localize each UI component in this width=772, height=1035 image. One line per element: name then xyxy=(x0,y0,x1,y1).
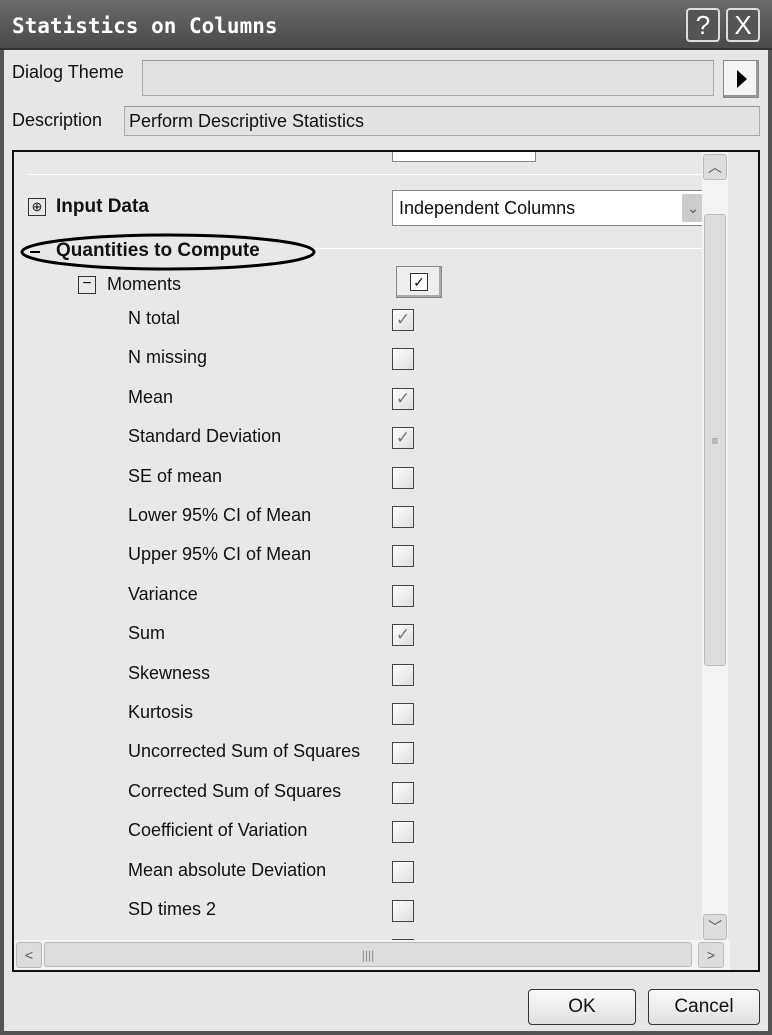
statistic-checkbox[interactable] xyxy=(392,584,414,607)
statistic-label: Coefficient of Variation xyxy=(128,820,308,841)
statistic-label: Mean xyxy=(128,386,174,407)
statistic-label: Corrected Sum of Squares xyxy=(128,780,342,801)
statistic-checkbox[interactable] xyxy=(392,663,414,686)
statistic-checkbox[interactable] xyxy=(392,742,414,765)
description-label: Description xyxy=(12,110,103,130)
statistic-label: Standard Deviation xyxy=(128,426,282,447)
statistic-label: Variance xyxy=(128,583,198,604)
statistic-checkbox[interactable] xyxy=(392,466,414,489)
theme-menu-button[interactable] xyxy=(723,60,759,98)
statistic-label: N missing xyxy=(128,347,208,368)
statistic-label: Kurtosis xyxy=(128,702,194,722)
statistic-label: N total xyxy=(128,308,181,328)
ok-button[interactable]: OK xyxy=(528,989,636,1025)
divider xyxy=(304,248,708,249)
statistic-label: Sum xyxy=(128,623,166,644)
statistic-checkbox[interactable]: ✓ xyxy=(392,309,414,331)
statistic-checkbox[interactable] xyxy=(392,781,414,804)
partial-combo[interactable] xyxy=(392,152,536,162)
statistic-checkbox[interactable] xyxy=(392,506,414,528)
title-bar: Statistics on Columns ? X xyxy=(0,0,772,50)
vertical-scroll-thumb[interactable]: ≡ xyxy=(704,214,726,666)
scroll-down-icon[interactable]: ﹀ xyxy=(703,914,727,940)
collapse-minus-icon[interactable]: − xyxy=(78,276,96,294)
statistic-checkbox[interactable] xyxy=(392,821,414,844)
dialog-theme-label: Dialog Theme xyxy=(12,62,124,82)
window-title: Statistics on Columns xyxy=(12,14,278,38)
statistic-checkbox[interactable]: ✓ xyxy=(392,624,414,647)
statistic-label: SE of mean xyxy=(128,465,223,486)
statistic-checkbox[interactable]: ✓ xyxy=(392,387,414,410)
close-button[interactable]: X xyxy=(726,8,760,42)
input-data-select[interactable]: Independent Columns ⌄ xyxy=(392,190,708,226)
statistic-label: Lower 95% CI of Mean xyxy=(128,505,312,525)
statistic-label: Upper 95% CI of Mean xyxy=(128,544,312,565)
checkmark-icon: ✓ xyxy=(410,273,428,291)
statistic-checkbox[interactable] xyxy=(392,703,414,725)
quantities-to-compute-label[interactable]: Quantities to Compute xyxy=(56,240,260,262)
cancel-button[interactable]: Cancel xyxy=(648,989,760,1025)
divider xyxy=(28,174,708,175)
chevron-down-icon[interactable]: ⌄ xyxy=(682,194,704,222)
settings-tree-panel: ⊕ Input Data Independent Columns ⌄ Quanti… xyxy=(12,150,760,972)
horizontal-scrollbar[interactable]: < |||| > xyxy=(14,940,730,970)
statistic-checkbox[interactable] xyxy=(392,900,414,922)
description-field: Perform Descriptive Statistics xyxy=(124,106,760,136)
statistic-label: Mean absolute Deviation xyxy=(128,859,327,880)
dialog-theme-field[interactable] xyxy=(142,60,714,96)
horizontal-scroll-thumb[interactable]: |||| xyxy=(44,942,692,967)
statistic-label: SD times 2 xyxy=(128,899,217,919)
statistic-checkbox[interactable] xyxy=(392,348,414,371)
scroll-left-icon[interactable]: < xyxy=(16,942,42,968)
statistic-label: Uncorrected Sum of Squares xyxy=(128,741,361,762)
statistic-label: Skewness xyxy=(128,662,211,683)
statistic-checkbox[interactable] xyxy=(392,545,414,568)
statistic-checkbox[interactable]: ✓ xyxy=(392,427,414,450)
vertical-scrollbar[interactable]: ︿ ≡ ﹀ xyxy=(702,152,728,942)
scroll-up-icon[interactable]: ︿ xyxy=(703,154,727,180)
moments-label: Moments xyxy=(107,274,182,294)
moments-toggle-button[interactable]: ✓ xyxy=(396,266,442,298)
help-button[interactable]: ? xyxy=(686,8,720,42)
input-data-value: Independent Columns xyxy=(399,198,576,218)
scroll-right-icon[interactable]: > xyxy=(698,942,724,968)
play-arrow-icon xyxy=(737,70,747,88)
expand-plus-icon[interactable]: ⊕ xyxy=(28,198,46,216)
statistic-checkbox[interactable] xyxy=(392,860,414,883)
input-data-label: Input Data xyxy=(56,196,149,217)
